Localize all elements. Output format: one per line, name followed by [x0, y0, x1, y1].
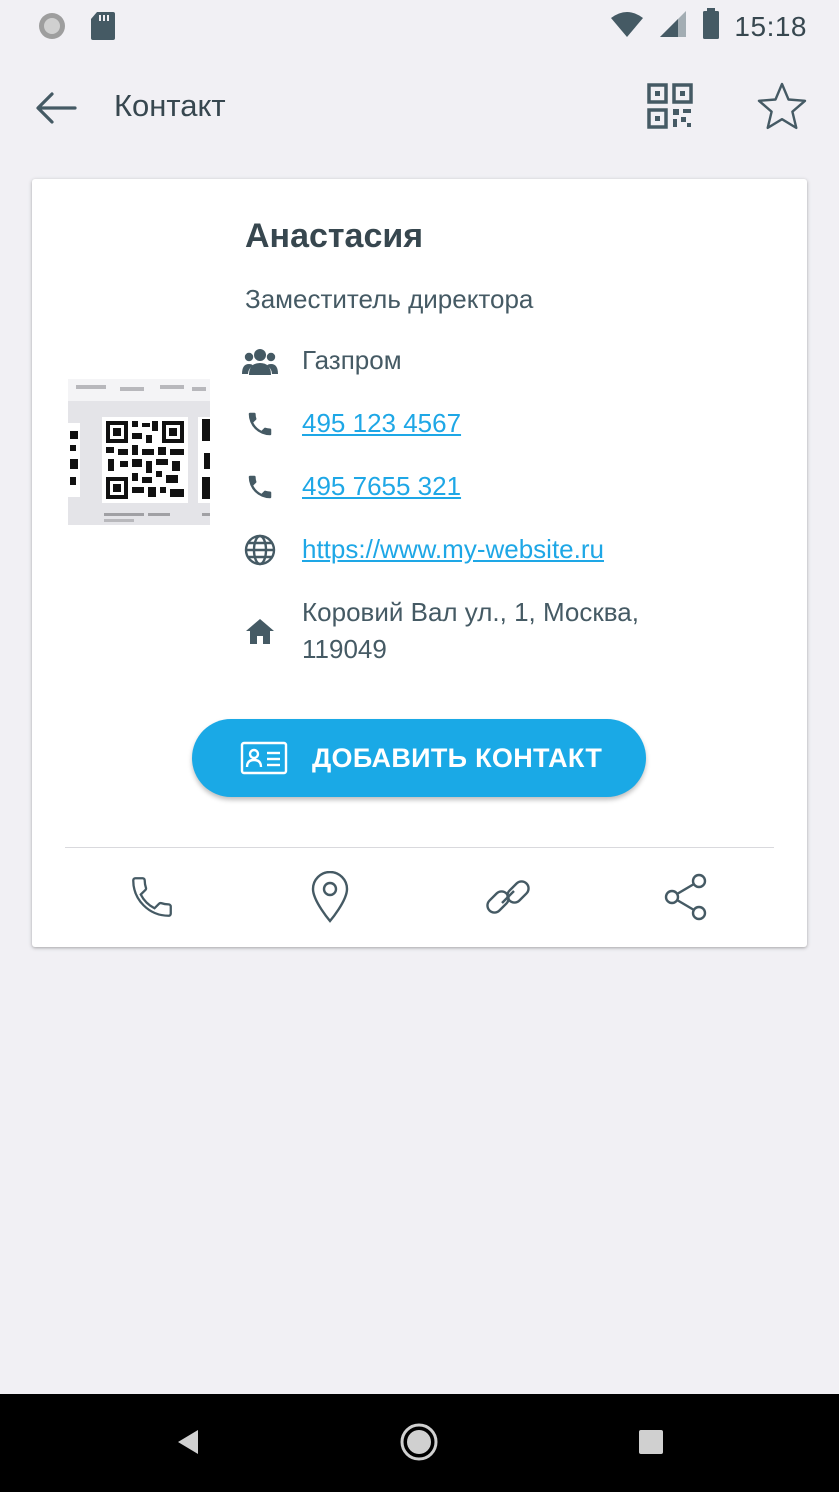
back-triangle-icon: [174, 1428, 202, 1461]
qr-code-button[interactable]: [640, 80, 700, 136]
globe-icon: [240, 530, 280, 570]
phone-link-2[interactable]: 495 7655 321: [302, 467, 461, 505]
sd-card-icon: [90, 11, 116, 46]
phone-link-1[interactable]: 495 123 4567: [302, 404, 461, 442]
address-line-2: 119049: [302, 634, 387, 664]
company-row: Газпром: [240, 341, 760, 381]
favorite-button[interactable]: [752, 80, 812, 136]
link-icon: [482, 871, 534, 928]
battery-icon: [702, 8, 720, 45]
sync-icon: [36, 10, 68, 47]
status-time: 15:18: [734, 10, 807, 42]
phone-row-1: 495 123 4567: [240, 404, 760, 444]
wifi-icon: [610, 10, 644, 43]
qr-photo-thumbnail[interactable]: [68, 379, 210, 525]
phone-icon: [127, 872, 177, 927]
address-line-1: Коровий Вал ул., 1, Москва,: [302, 597, 639, 627]
link-action-button[interactable]: [478, 869, 538, 929]
home-icon: [240, 611, 280, 651]
people-icon: [240, 341, 280, 381]
qr-code-icon: [646, 82, 694, 135]
location-pin-icon: [310, 870, 350, 928]
contact-name: Анастасия: [245, 217, 424, 255]
nav-home-button[interactable]: [393, 1418, 445, 1470]
website-link[interactable]: https://www.my-website.ru: [302, 530, 604, 568]
star-icon: [756, 81, 808, 136]
share-icon: [663, 872, 709, 927]
call-action-button[interactable]: [122, 869, 182, 929]
back-button[interactable]: [30, 84, 82, 136]
address-row: Коровий Вал ул., 1, Москва, 119049: [240, 593, 760, 668]
contact-job-title: Заместитель директора: [245, 284, 534, 314]
nav-recents-button[interactable]: [625, 1418, 677, 1470]
system-navigation-bar: [0, 1394, 839, 1492]
website-row: https://www.my-website.ru: [240, 530, 760, 570]
phone-icon: [240, 404, 280, 444]
add-contact-button[interactable]: ДОБАВИТЬ КОНТАКТ: [192, 719, 646, 797]
nav-back-button[interactable]: [162, 1418, 214, 1470]
home-circle-icon: [399, 1422, 439, 1467]
page-title: Контакт: [114, 88, 226, 123]
app-bar: Контакт: [0, 60, 839, 156]
action-bar: [32, 869, 807, 929]
back-arrow-icon: [35, 91, 77, 130]
phone-icon: [240, 467, 280, 507]
map-action-button[interactable]: [300, 869, 360, 929]
contact-card: Анастасия Заместитель директора Газпром …: [32, 179, 807, 947]
address-text[interactable]: Коровий Вал ул., 1, Москва, 119049: [302, 593, 639, 668]
divider: [65, 847, 774, 848]
add-contact-label: ДОБАВИТЬ КОНТАКТ: [312, 742, 603, 773]
contact-card-icon: [240, 740, 288, 776]
recents-square-icon: [638, 1429, 664, 1460]
status-bar: 15:18: [0, 0, 839, 52]
share-action-button[interactable]: [656, 869, 716, 929]
phone-row-2: 495 7655 321: [240, 467, 760, 507]
company-name: Газпром: [302, 345, 402, 375]
signal-icon: [658, 9, 688, 44]
